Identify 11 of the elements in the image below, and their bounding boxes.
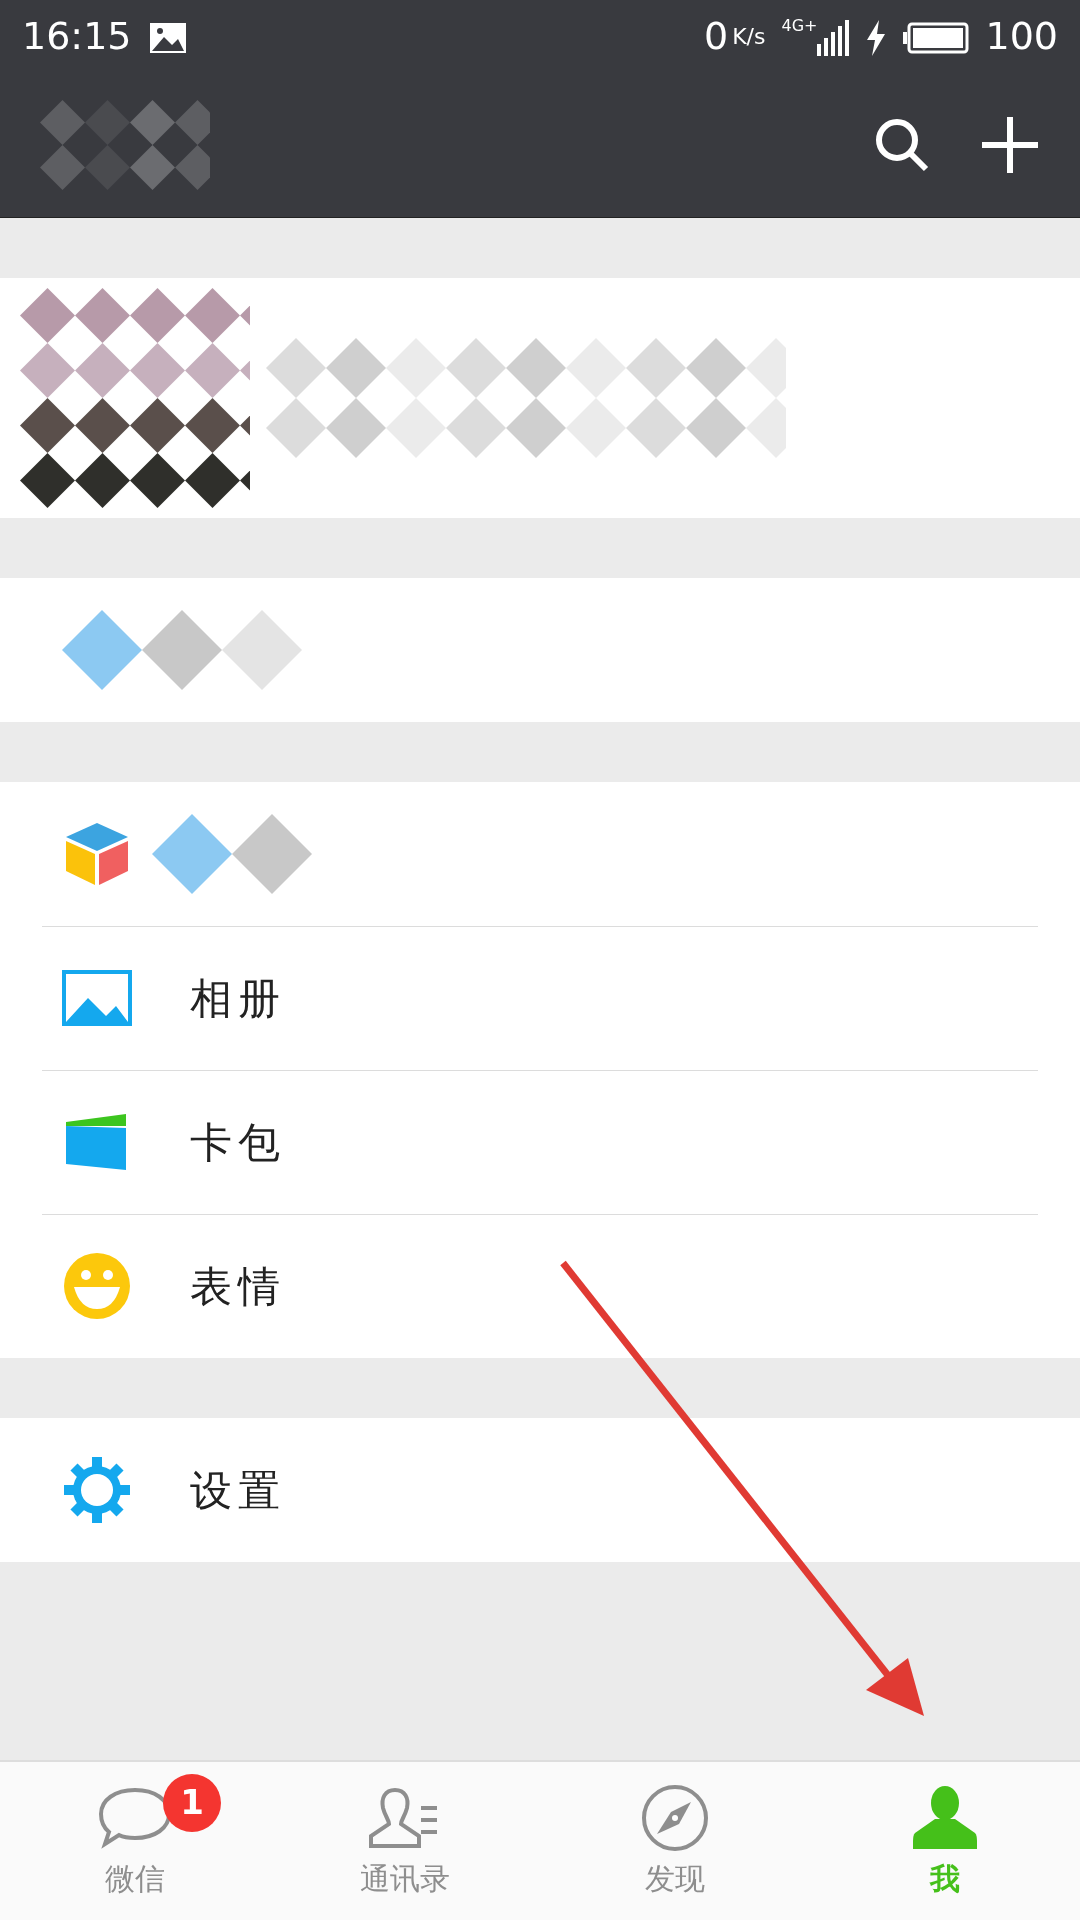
list-item[interactable]: 设置 xyxy=(0,1418,1080,1562)
tab[interactable]: 1 微信 xyxy=(0,1762,270,1920)
speed-unit: K/s xyxy=(732,22,766,51)
clock-time: 16:15 xyxy=(22,12,132,60)
network-speed: 0 xyxy=(704,12,729,60)
list-item[interactable]: 表情 xyxy=(0,1214,1080,1358)
network-type: 4G+ xyxy=(781,15,818,37)
list-item[interactable]: 相册 xyxy=(0,926,1080,1070)
battery-level: 100 xyxy=(985,12,1058,60)
list-item[interactable]: 卡包 xyxy=(0,1070,1080,1214)
notification-badge: 1 xyxy=(163,1773,221,1832)
